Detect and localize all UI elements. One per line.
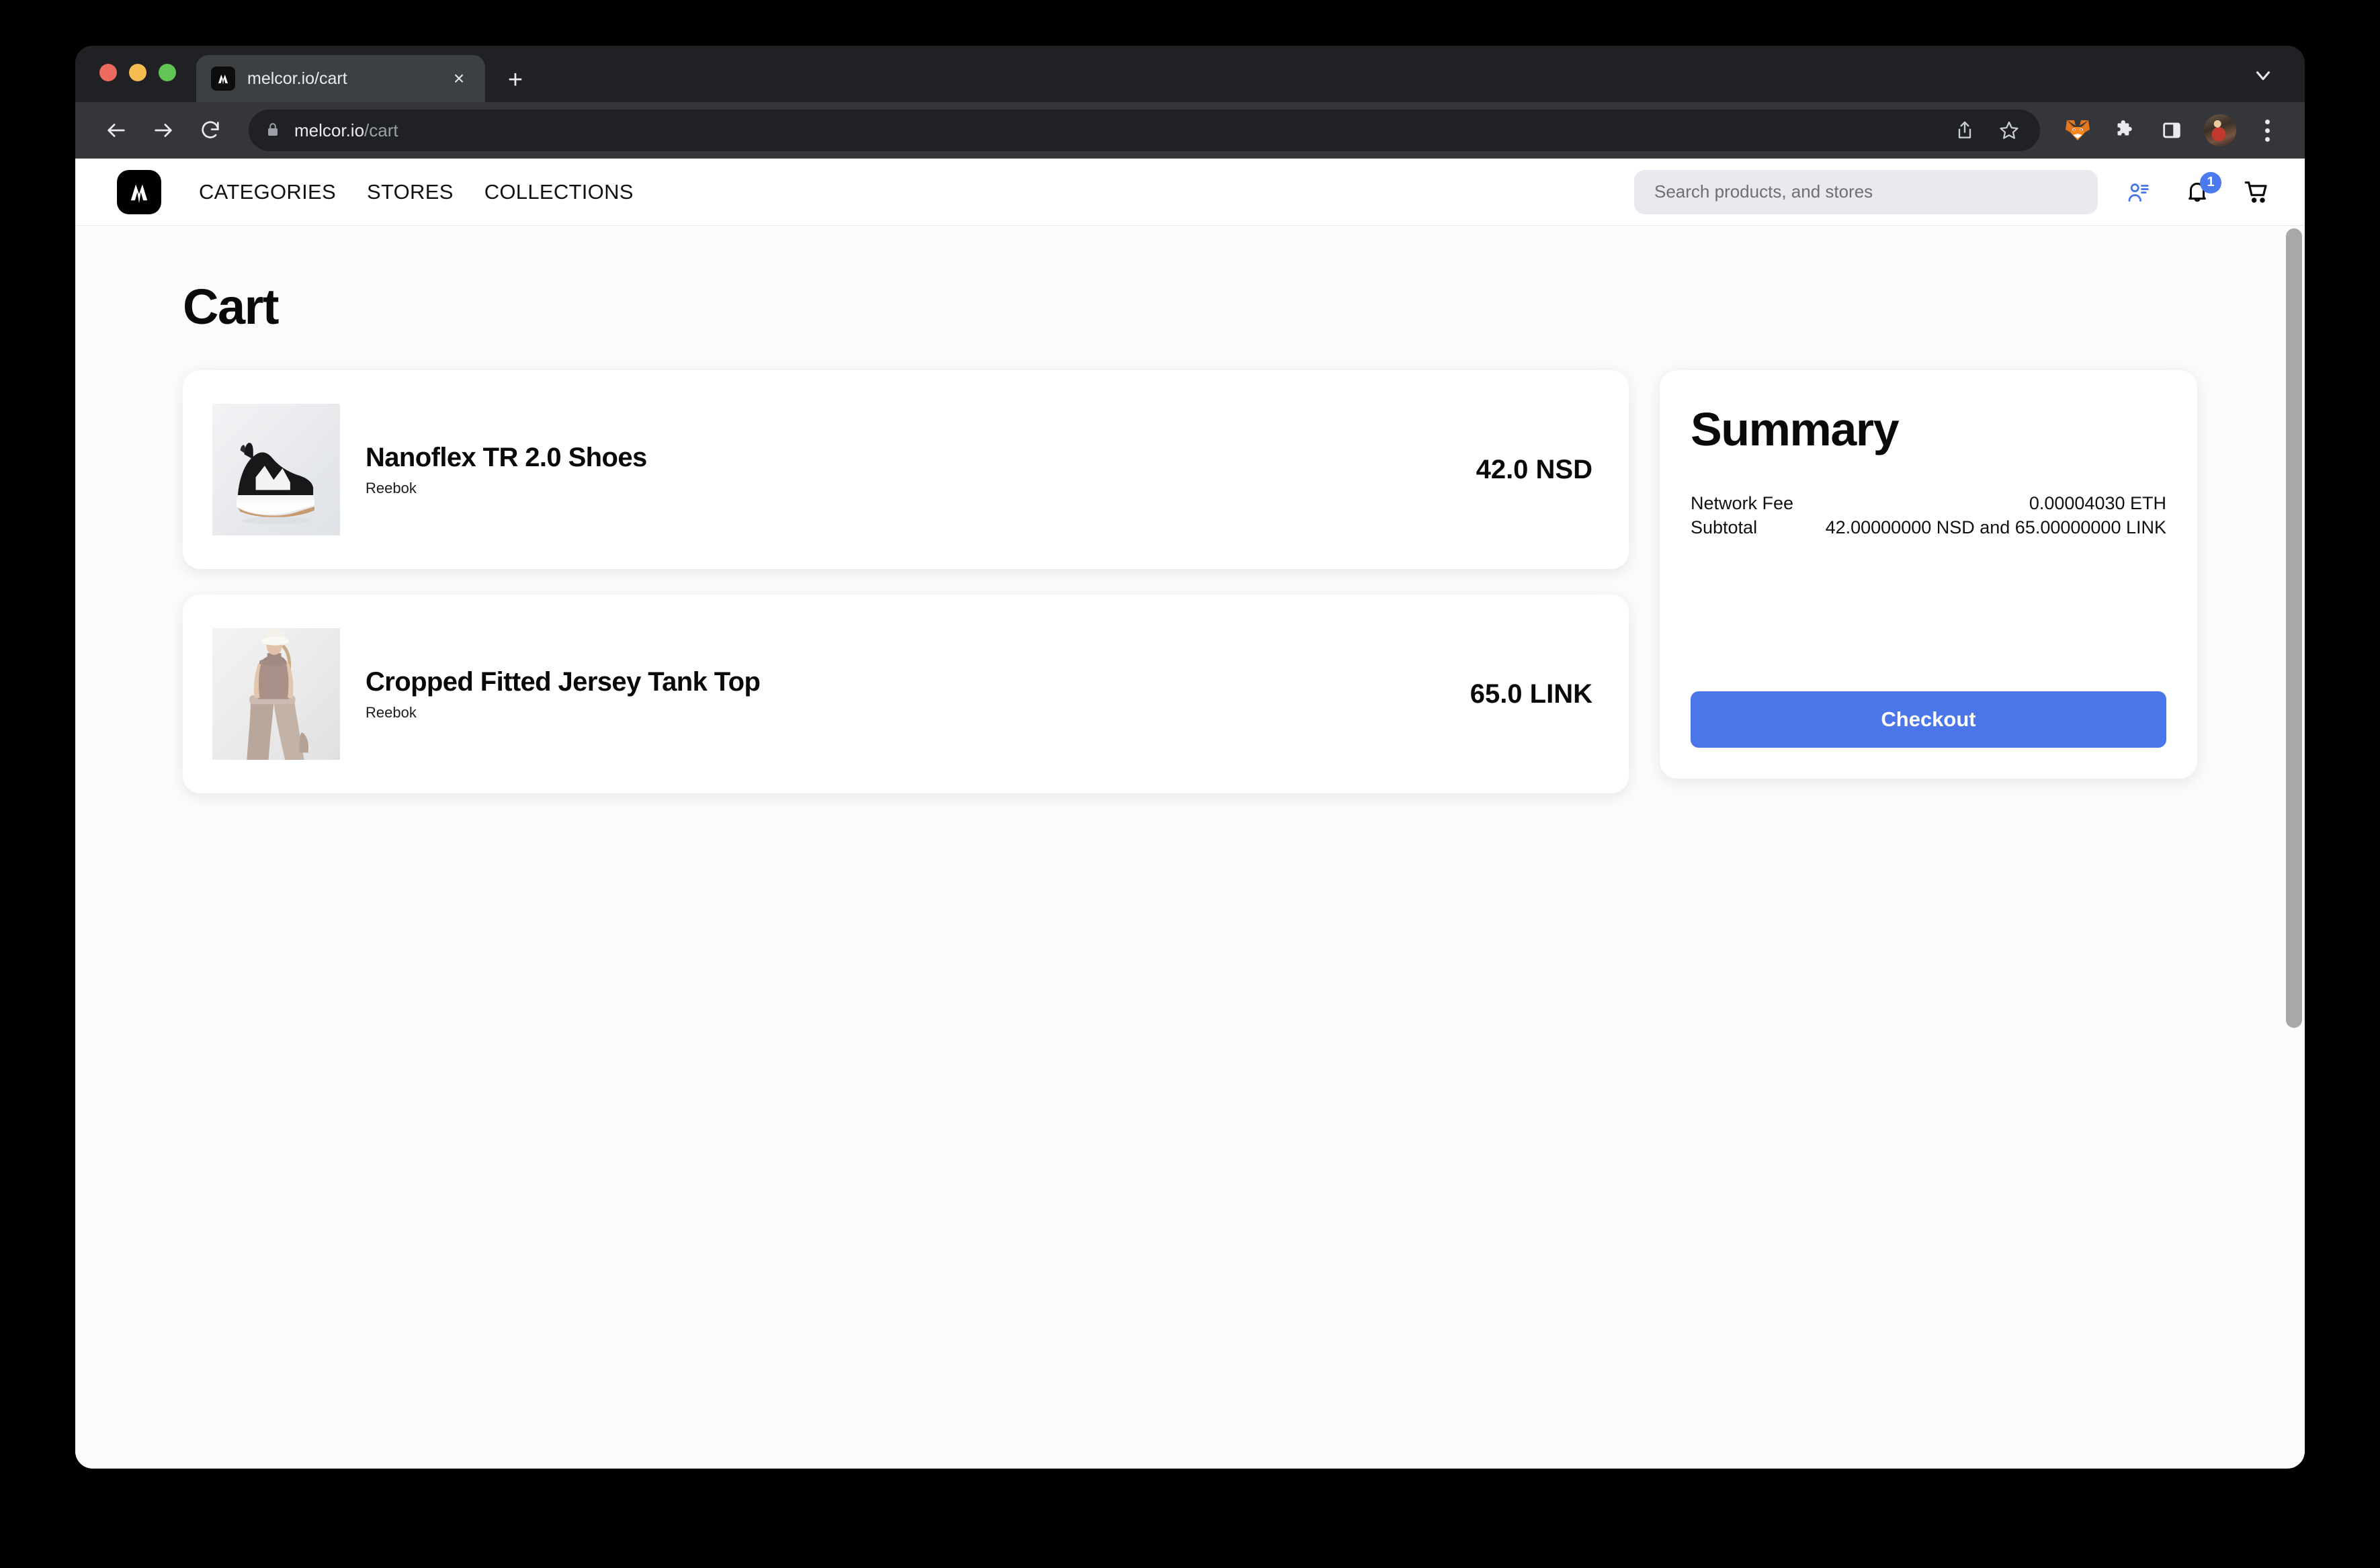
summary-row-network-fee: Network Fee 0.00004030 ETH [1691,491,2166,515]
page-viewport: CATEGORIES STORES COLLECTIONS 1 [75,159,2305,1469]
reload-icon[interactable] [189,110,231,151]
url-domain: melcor.io [294,120,365,140]
product-price: 65.0 LINK [1470,679,1592,709]
product-info: Cropped Fitted Jersey Tank Top Reebok [366,667,1445,722]
bookmark-star-icon[interactable] [1994,116,2024,145]
site-header: CATEGORIES STORES COLLECTIONS 1 [75,159,2305,226]
summary-row-subtotal: Subtotal 42.00000000 NSD and 65.00000000… [1691,515,2166,539]
metamask-fox-icon[interactable] [2063,116,2092,145]
product-info: Nanoflex TR 2.0 Shoes Reebok [366,443,1451,497]
page-body: Cart Nanoflex TR 2.0 Shoes Reebok 42.0 N… [75,226,2305,1468]
page-title: Cart [183,279,280,335]
more-menu-icon[interactable] [2254,117,2281,144]
shopping-cart-icon[interactable] [2238,173,2275,211]
url-path: /cart [364,120,398,140]
omnibox-actions [1950,116,2024,145]
tab-strip: melcor.io/cart × + [75,46,2305,102]
product-name: Cropped Fitted Jersey Tank Top [366,666,761,697]
forward-arrow-icon[interactable] [142,110,184,151]
profile-avatar[interactable] [2204,114,2236,146]
window-controls [99,46,176,102]
new-tab-button[interactable]: + [500,64,531,95]
product-brand: Reebok [366,703,417,721]
address-bar-url: melcor.io/cart [294,120,398,141]
close-window-button[interactable] [99,64,117,81]
search-input[interactable] [1654,181,2078,202]
cart-items-list: Nanoflex TR 2.0 Shoes Reebok 42.0 NSD Cr… [183,370,1629,793]
cart-item-row[interactable]: Nanoflex TR 2.0 Shoes Reebok 42.0 NSD [183,370,1629,569]
site-navigation: CATEGORIES STORES COLLECTIONS [199,180,634,204]
product-name: Nanoflex TR 2.0 Shoes [366,442,647,472]
browser-window: melcor.io/cart × + melcor.io/cart CATEGO… [75,46,2305,1469]
back-arrow-icon[interactable] [95,110,137,151]
extensions-puzzle-icon[interactable] [2110,116,2139,145]
nav-categories[interactable]: CATEGORIES [199,180,336,204]
extension-icons [2045,114,2281,146]
nav-collections[interactable]: COLLECTIONS [484,180,634,204]
product-brand: Reebok [366,479,417,496]
minimize-window-button[interactable] [129,64,146,81]
melcor-logo-icon[interactable] [117,169,161,214]
summary-rows: Network Fee 0.00004030 ETH Subtotal 42.0… [1691,491,2166,540]
share-icon[interactable] [1950,116,1980,145]
checkout-button[interactable]: Checkout [1691,691,2166,748]
notification-badge: 1 [2200,171,2221,193]
side-panel-icon[interactable] [2157,116,2186,145]
summary-value: 42.00000000 NSD and 65.00000000 LINK [1825,517,2166,538]
product-thumbnail [212,628,340,760]
product-price: 42.0 NSD [1476,454,1592,484]
bell-icon[interactable]: 1 [2178,171,2221,211]
search-box[interactable] [1634,169,2098,214]
product-thumbnail [212,404,340,535]
user-list-icon[interactable] [2119,173,2157,211]
summary-title: Summary [1691,403,1900,455]
browser-toolbar: melcor.io/cart [75,102,2305,159]
header-actions: 1 [1634,169,2275,214]
summary-label: Network Fee [1691,493,1794,513]
lock-icon [265,120,282,140]
chevron-down-icon[interactable] [2248,60,2278,90]
close-tab-icon[interactable]: × [448,67,470,90]
nav-stores[interactable]: STORES [367,180,454,204]
summary-card: Summary Network Fee 0.00004030 ETH Subto… [1660,370,2197,779]
cart-item-row[interactable]: Cropped Fitted Jersey Tank Top Reebok 65… [183,595,1629,793]
melcor-logo-icon [211,67,235,91]
browser-tab[interactable]: melcor.io/cart × [196,55,485,102]
tab-title: melcor.io/cart [247,69,347,88]
maximize-window-button[interactable] [159,64,176,81]
cart-layout: Nanoflex TR 2.0 Shoes Reebok 42.0 NSD Cr… [75,335,2305,793]
page-scrollbar[interactable] [2283,226,2305,1468]
summary-value: 0.00004030 ETH [2029,493,2166,513]
address-bar[interactable]: melcor.io/cart [249,110,2040,151]
scrollbar-thumb[interactable] [2286,228,2302,1028]
summary-label: Subtotal [1691,517,1758,538]
